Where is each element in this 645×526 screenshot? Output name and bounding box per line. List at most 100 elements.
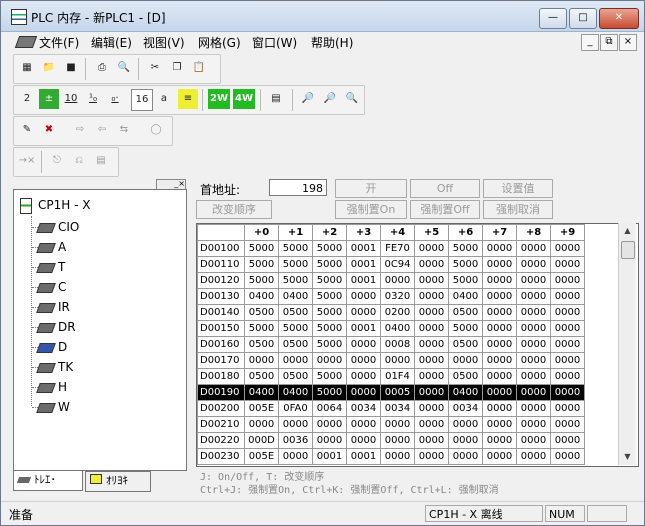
memory-cell[interactable]: 0000 [312, 432, 347, 449]
memory-cell[interactable]: 0000 [380, 352, 415, 369]
memory-cell[interactable]: 0000 [482, 304, 517, 321]
memory-cell[interactable]: 0064 [312, 400, 347, 417]
transfer-to-plc-icon[interactable]: ⇨ [70, 120, 90, 140]
memory-cell[interactable]: 0000 [516, 256, 551, 273]
memory-cell[interactable]: 0000 [482, 416, 517, 433]
cut-icon[interactable]: ✂ [145, 58, 165, 78]
memory-cell[interactable]: 0000 [550, 384, 585, 401]
memory-cell[interactable]: 0000 [482, 400, 517, 417]
scroll-up-icon[interactable]: ▲ [619, 223, 636, 239]
memory-cell[interactable]: 0000 [516, 288, 551, 305]
force-clear-icon[interactable]: →× [17, 151, 37, 171]
table-row[interactable]: D00150 5000 5000 5000 0001 0400 0000 5000 0000 00… [197, 320, 585, 337]
memory-cell[interactable]: 0000 [346, 288, 381, 305]
memory-cell[interactable]: 0000 [278, 416, 313, 433]
memory-cell[interactable]: 0000 [550, 400, 585, 417]
memory-cell[interactable]: 005E [244, 448, 279, 465]
memory-cell[interactable]: 0500 [244, 304, 279, 321]
print-preview-icon[interactable]: 🔍 [114, 58, 134, 78]
memory-cell[interactable]: 0000 [482, 336, 517, 353]
start-address-input[interactable]: 198 [269, 179, 327, 196]
memory-cell[interactable]: 5000 [312, 240, 347, 257]
memory-cell[interactable]: 0000 [482, 448, 517, 465]
memory-cell[interactable]: 0034 [380, 400, 415, 417]
memory-cell[interactable]: 0000 [482, 384, 517, 401]
decimal-10-button[interactable]: 10 [61, 89, 81, 109]
memory-cell[interactable]: 5000 [278, 320, 313, 337]
memory-cell[interactable]: 0000 [516, 240, 551, 257]
zoom-medium-icon[interactable]: 🔎 [320, 89, 340, 109]
memory-cell[interactable]: 0000 [550, 240, 585, 257]
edit-icon[interactable]: ✎ [17, 120, 37, 140]
memory-cell[interactable]: 0500 [448, 304, 483, 321]
memory-cell[interactable]: 0000 [516, 352, 551, 369]
transfer-from-plc-icon[interactable]: ⇦ [92, 120, 112, 140]
tab-tree[interactable]: ﾄﾚｴ･ [13, 471, 83, 491]
scroll-thumb[interactable] [621, 241, 635, 259]
paste-icon[interactable]: 📋 [189, 58, 209, 78]
decimal-signed-icon[interactable]: ± [39, 89, 59, 109]
memory-cell[interactable]: 0320 [380, 288, 415, 305]
memory-cell[interactable]: 5000 [312, 336, 347, 353]
memory-cell[interactable]: 5000 [312, 368, 347, 385]
memory-cell[interactable]: 0000 [482, 288, 517, 305]
save-icon[interactable]: ■ [61, 58, 81, 78]
table-row[interactable]: D00230 005E 0000 0001 0001 0000 0000 0000 0000 00… [197, 448, 585, 465]
memory-cell[interactable]: 0000 [414, 400, 449, 417]
set-on-icon[interactable]: ⎋ [47, 151, 67, 171]
memory-cell[interactable]: 5000 [448, 320, 483, 337]
scroll-down-icon[interactable]: ▼ [619, 449, 636, 465]
memory-cell[interactable]: 0000 [516, 416, 551, 433]
maximize-button[interactable]: □ [569, 8, 597, 29]
memory-cell[interactable]: 5000 [448, 240, 483, 257]
memory-cell[interactable]: 0034 [346, 400, 381, 417]
memory-cell[interactable]: 0000 [244, 352, 279, 369]
clear-icon[interactable]: ✖ [39, 120, 59, 140]
compare-icon[interactable]: ⇆ [114, 120, 134, 140]
two-word-button[interactable]: 2W [208, 89, 230, 109]
memory-cell[interactable]: 0000 [278, 352, 313, 369]
memory-cell[interactable]: 0400 [448, 288, 483, 305]
toggle-icon[interactable]: ▤ [91, 151, 111, 171]
memory-cell[interactable]: 0000 [380, 416, 415, 433]
memory-cell[interactable]: 0000 [516, 384, 551, 401]
mdi-minimize-button[interactable]: _ [581, 34, 599, 51]
table-row[interactable]: D00190 0400 0400 5000 0000 0005 0000 0400 0000 00… [197, 384, 585, 401]
binary-2-icon[interactable]: 2 [17, 89, 37, 109]
menu-window[interactable]: 窗口(W) [252, 34, 297, 51]
memory-cell[interactable]: 0000 [346, 384, 381, 401]
memory-cell[interactable]: 0000 [346, 432, 381, 449]
memory-cell[interactable]: 0001 [346, 448, 381, 465]
tab-watch[interactable]: ｵﾘﾖｷ [85, 471, 151, 492]
memory-cell[interactable]: 5000 [278, 272, 313, 289]
vertical-scrollbar[interactable]: ▲ ▼ [618, 223, 636, 465]
force-off-button[interactable]: 强制置Off [410, 200, 480, 219]
memory-cell[interactable]: 5000 [448, 272, 483, 289]
memory-cell[interactable]: 0000 [516, 368, 551, 385]
memory-cell[interactable]: 0FA0 [278, 400, 313, 417]
memory-cell[interactable]: 0000 [516, 400, 551, 417]
memory-cell[interactable]: 0000 [346, 352, 381, 369]
memory-cell[interactable]: 0000 [550, 256, 585, 273]
table-row[interactable]: D00210 0000 0000 0000 0000 0000 0000 0000 0000 00… [197, 416, 585, 433]
memory-cell[interactable]: 0000 [346, 336, 381, 353]
memory-cell[interactable]: 0000 [414, 240, 449, 257]
memory-cell[interactable]: 0000 [414, 352, 449, 369]
memory-cell[interactable]: 0005 [380, 384, 415, 401]
bcd-icon[interactable]: ≡ [178, 89, 198, 109]
memory-cell[interactable]: 0000 [414, 336, 449, 353]
table-row[interactable]: D00180 0500 0500 5000 0000 01F4 0000 0500 0000 00… [197, 368, 585, 385]
memory-cell[interactable]: 0000 [414, 368, 449, 385]
memory-cell[interactable]: 0000 [516, 304, 551, 321]
memory-cell[interactable]: 0000 [414, 304, 449, 321]
memory-cell[interactable]: 0000 [516, 320, 551, 337]
memory-cell[interactable]: 0000 [550, 336, 585, 353]
memory-cell[interactable]: 0001 [346, 272, 381, 289]
memory-cell[interactable]: 5000 [278, 240, 313, 257]
memory-cell[interactable]: 0000 [482, 368, 517, 385]
menu-help[interactable]: 帮助(H) [311, 34, 353, 51]
table-row[interactable]: D00130 0400 0400 5000 0000 0320 0000 0400 0000 00… [197, 288, 585, 305]
table-row[interactable]: D00140 0500 0500 5000 0000 0200 0000 0500 0000 00… [197, 304, 585, 321]
memory-cell[interactable]: 0000 [550, 352, 585, 369]
memory-cell[interactable]: 0000 [550, 368, 585, 385]
